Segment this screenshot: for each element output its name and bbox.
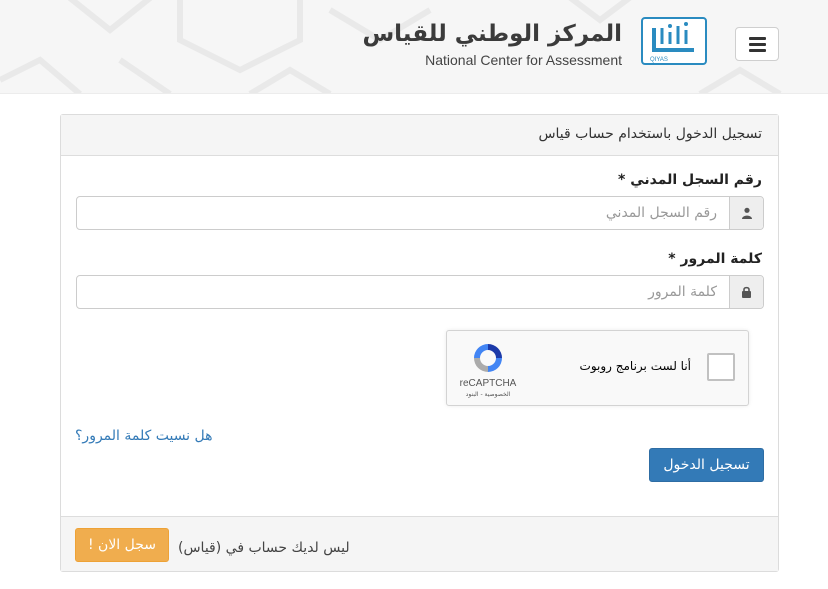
- brand-name-english: National Center for Assessment: [425, 52, 622, 68]
- register-now-button[interactable]: سجل الان !: [75, 528, 169, 562]
- panel-title: تسجيل الدخول باستخدام حساب قياس: [538, 126, 762, 142]
- logo-caption: QIYAS: [650, 57, 668, 63]
- password-addon: [729, 276, 763, 308]
- hamburger-menu-icon-bar: [748, 42, 766, 46]
- password-input-group: [76, 275, 764, 309]
- recaptcha-label: أنا لست برنامج روبوت: [579, 359, 691, 373]
- recaptcha-checkbox[interactable]: [707, 353, 735, 381]
- user-icon: [741, 207, 752, 219]
- panel-footer: ليس لديك حساب في (قياس) سجل الان !: [61, 516, 778, 571]
- password-input[interactable]: [77, 276, 729, 308]
- menu-toggle-button[interactable]: [735, 27, 779, 61]
- brand-name-arabic: المركز الوطني للقياس: [362, 21, 622, 47]
- recaptcha-widget: أنا لست برنامج روبوت reCAPTCHA الخصوصية …: [446, 330, 749, 406]
- hamburger-menu-icon-bar: [748, 48, 766, 52]
- panel-heading: تسجيل الدخول باستخدام حساب قياس: [61, 115, 778, 156]
- login-panel: تسجيل الدخول باستخدام حساب قياس رقم السج…: [60, 114, 779, 572]
- recaptcha-logo-icon: [474, 344, 502, 372]
- hamburger-menu-icon-bar: [748, 36, 766, 40]
- id-number-input[interactable]: [77, 197, 729, 229]
- id-number-input-group: [76, 196, 764, 230]
- no-account-text: ليس لديك حساب في (قياس): [178, 540, 350, 556]
- login-button[interactable]: تسجيل الدخول: [649, 448, 764, 482]
- recaptcha-brand: reCAPTCHA: [459, 378, 517, 389]
- forgot-password-link[interactable]: هل نسيت كلمة المرور؟: [75, 428, 213, 444]
- id-number-addon: [729, 197, 763, 229]
- password-label: كلمة المرور *: [668, 251, 762, 267]
- site-header: المركز الوطني للقياس National Center for…: [0, 0, 828, 94]
- lock-icon: [742, 286, 751, 298]
- qiyas-logo-icon[interactable]: QIYAS: [640, 16, 708, 66]
- recaptcha-links[interactable]: الخصوصية - البنود: [459, 391, 517, 398]
- id-number-label: رقم السجل المدني *: [618, 172, 762, 188]
